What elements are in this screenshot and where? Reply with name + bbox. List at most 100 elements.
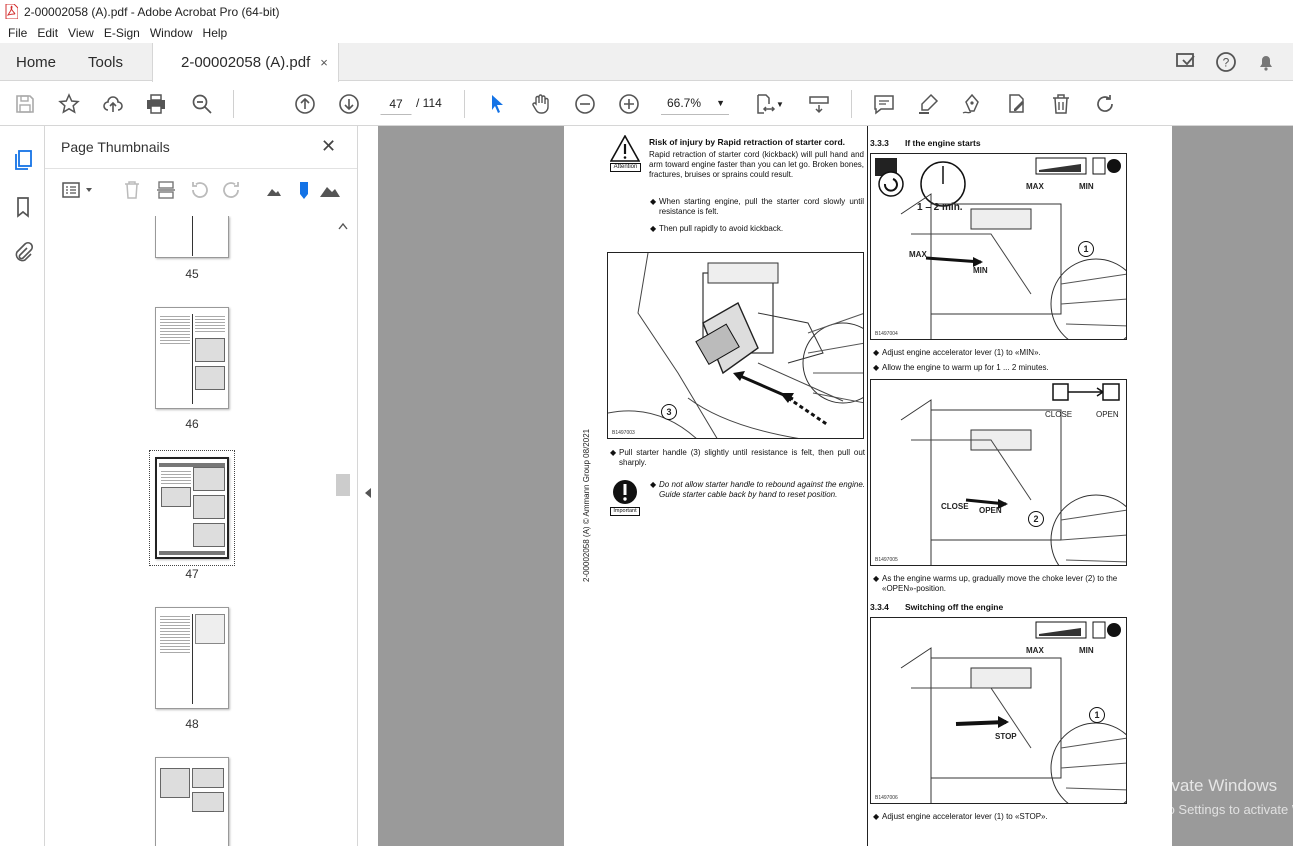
scrollbar-thumb[interactable] [336,474,350,496]
extract-pages-icon[interactable] [155,179,177,201]
select-tool-button[interactable] [484,91,510,117]
menu-view[interactable]: View [63,26,99,40]
attention-label: Attention [610,163,641,172]
menu-bar: File Edit View E-Sign Window Help [0,23,1293,43]
print-button[interactable] [143,91,169,117]
tab-tools[interactable]: Tools [88,43,123,81]
thumbnail-page-48[interactable] [155,607,229,709]
figure-starter-handle: 3 B1497003 [607,252,864,439]
tab-document-label: 2-00002058 (A).pdf [181,54,311,71]
help-icon[interactable]: ? [1213,49,1239,75]
rotate-right-icon[interactable] [221,179,243,201]
arrow-up-circle-icon [295,94,315,114]
fill-sign-button[interactable] [959,91,985,117]
menu-help[interactable]: Help [198,26,233,40]
thumbnail-slider-handle-icon[interactable] [293,179,315,201]
page-total: / 114 [416,96,442,110]
cloud-upload-icon [103,96,123,112]
menu-file[interactable]: File [3,26,32,40]
figure-code: B1497004 [875,331,898,337]
menu-edit[interactable]: Edit [32,26,63,40]
panel-close-icon[interactable]: ✕ [321,136,336,157]
next-page-button[interactable] [336,91,362,117]
label-stop: STOP [995,732,1017,741]
panel-splitter[interactable] [358,126,378,846]
scroll-up-arrow-icon[interactable] [338,222,348,230]
tab-bar: Home Tools 2-00002058 (A).pdf × ? [0,43,1293,82]
warning-bullet-2: Then pull rapidly to avoid kickback. [659,224,784,233]
menu-window[interactable]: Window [145,26,198,40]
edit-pdf-button[interactable] [1004,91,1030,117]
label-min-lever: MIN [973,266,988,275]
activation-watermark-subtitle: Go to Settings to activate Windows. [1143,802,1293,817]
thumbnail-page-46[interactable] [155,307,229,409]
redo-button[interactable] [1092,91,1118,117]
comment-button[interactable] [871,91,897,117]
thumbnail-label-46: 46 [185,417,199,431]
previous-page-button[interactable] [292,91,318,117]
figure-accelerator-stop: MAX MIN STOP 1 B1497006 [870,617,1127,804]
important-note: Do not allow starter handle to rebound a… [659,480,865,499]
step-adjust-stop: Adjust engine accelerator lever (1) to «… [882,812,1048,821]
tab-home[interactable]: Home [16,43,56,81]
left-navigation-rail [0,126,45,846]
options-menu-icon[interactable] [61,179,95,201]
thumbnail-page-45[interactable] [155,216,229,258]
document-viewer[interactable]: 2-00002058 (A) © Ammann Group 08/2021 At… [378,126,1293,846]
thumbnail-page-47[interactable] [155,457,229,559]
window-title: 2-00002058 (A).pdf - Adobe Acrobat Pro (… [24,4,280,19]
page-thumbnails-panel: Page Thumbnails ✕ 45 46 47 48 [45,126,358,846]
label-warmup-time: 1 – 2 min. [917,202,963,213]
delete-page-icon[interactable] [121,179,143,201]
thumbnail-label-47: 47 [185,567,199,581]
zoom-out-button[interactable] [572,91,598,117]
section-title-switching-off: Switching off the engine [905,602,1004,612]
figure-choke-open: CLOSE OPEN CLOSE OPEN 2 B1497005 [870,379,1127,566]
bullet-diamond-icon: ◆ [873,348,880,357]
zoom-level-select[interactable]: 66.7% ▼ [661,93,729,115]
column-divider [867,126,868,846]
label-min: MIN [1079,646,1094,655]
bookmark-star-button[interactable] [56,91,82,117]
scroll-mode-button[interactable] [806,91,832,117]
highlight-button[interactable] [915,91,941,117]
upload-button[interactable] [100,91,126,117]
engine-starter-illustration [608,253,863,438]
page-side-footer: 2-00002058 (A) © Ammann Group 08/2021 [582,428,591,582]
callout-3: 3 [661,404,677,420]
pen-nib-icon [962,93,979,114]
attachments-paperclip-icon[interactable] [10,240,36,266]
main-toolbar: 47 / 114 66.7% ▼ ▼ [0,82,1293,126]
figure-code: B1497003 [612,430,635,436]
rotate-left-icon[interactable] [188,179,210,201]
delete-button[interactable] [1048,91,1074,117]
bookmarks-icon[interactable] [10,194,36,220]
star-icon [58,93,80,114]
edit-document-icon [1009,94,1024,113]
menu-esign[interactable]: E-Sign [99,26,145,40]
collapse-panel-arrow-icon[interactable] [364,488,372,498]
thumbnail-scrollbar[interactable] [336,218,350,846]
important-label: Important [610,507,640,516]
hand-tool-button[interactable] [528,91,554,117]
label-open: OPEN [1096,410,1119,419]
share-screen-icon[interactable] [1173,49,1199,75]
instruction-pull-starter: Pull starter handle (3) slightly until r… [619,448,865,467]
notification-bell-icon[interactable] [1253,49,1279,75]
tab-close-icon[interactable]: × [320,55,328,70]
zoom-search-button[interactable] [189,91,215,117]
zoom-in-button[interactable] [616,91,642,117]
page-thumbnails-icon[interactable] [10,146,36,172]
scroll-mode-icon [809,96,829,114]
thumbnail-label-45: 45 [185,267,199,281]
thumbnail-page-49[interactable] [155,757,229,846]
thumbnail-size-small-icon[interactable] [263,179,285,201]
bullet-diamond-icon: ◆ [650,224,657,233]
tab-document[interactable]: 2-00002058 (A).pdf × [152,43,339,82]
important-exclamation-icon [613,480,637,504]
save-button[interactable] [12,91,38,117]
bullet-diamond-icon: ◆ [873,812,880,821]
thumbnail-size-large-icon[interactable] [319,179,341,201]
page-fit-dropdown[interactable]: ▼ [774,91,786,117]
page-number-input[interactable]: 47 [380,93,412,115]
